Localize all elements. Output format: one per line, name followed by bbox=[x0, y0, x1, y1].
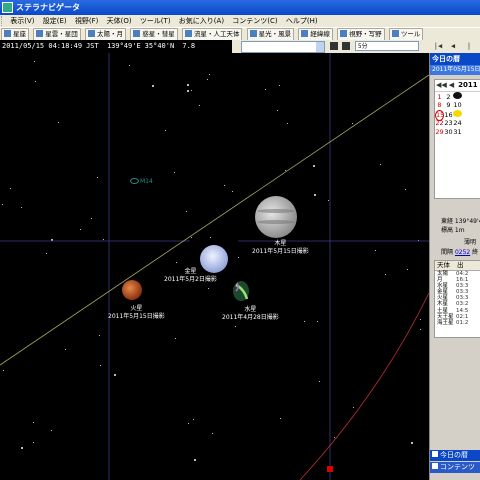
object-search-combo[interactable] bbox=[241, 41, 325, 53]
panel-tabs: 今日の暦 コンテンツ bbox=[430, 449, 480, 480]
title-bar: ステラナビゲータ bbox=[0, 0, 480, 15]
jupiter-band bbox=[257, 209, 295, 213]
calendar-day[interactable]: 31 bbox=[453, 128, 462, 137]
menu-object[interactable]: 天体(O) bbox=[104, 15, 135, 27]
panel-date: 2011年05月15日 bbox=[430, 65, 480, 75]
menu-field[interactable]: 視野(F) bbox=[72, 15, 102, 27]
landscape-icon bbox=[249, 30, 257, 37]
window-title: ステラナビゲータ bbox=[16, 3, 80, 12]
calendar-header: ◀◀ ◀ 2011 bbox=[435, 80, 480, 92]
calendar: ◀◀ ◀ 2011 12 8 9 10 1516 222324 293031 bbox=[434, 79, 480, 199]
calendar-week: 293031 bbox=[435, 128, 480, 137]
interval-value[interactable]: 0252 bbox=[455, 249, 470, 256]
display-toolbar: 星座 星雲・星団 太陽・月 惑星・彗星 流星・人工天体 星光・風景 経緯線 視野… bbox=[0, 27, 480, 41]
calendar-day[interactable]: 10 bbox=[453, 101, 462, 110]
menu-help[interactable]: ヘルプ(H) bbox=[283, 15, 321, 27]
object-name: 海王星 bbox=[437, 319, 454, 326]
column-header-object[interactable]: 天体 bbox=[435, 261, 455, 270]
sun-moon-icon bbox=[87, 30, 95, 37]
interval-label: 間隔 bbox=[441, 249, 454, 256]
jupiter-disk[interactable] bbox=[255, 196, 297, 238]
rise-time: 01:2 bbox=[456, 319, 469, 326]
menu-view[interactable]: 表示(V) bbox=[7, 15, 37, 27]
jupiter-band bbox=[257, 220, 295, 224]
column-header-rise[interactable]: 出 bbox=[455, 261, 475, 270]
constellation-icon bbox=[4, 30, 11, 37]
mercury-label[interactable]: 水星 2011年4月28日撮影 bbox=[222, 306, 279, 322]
interval-info: 間隔 0252 終 bbox=[441, 247, 478, 256]
calendar-day[interactable]: 30 bbox=[444, 128, 453, 137]
nebula-icon bbox=[36, 30, 44, 37]
globular-cluster-icon bbox=[130, 178, 139, 184]
grid-icon bbox=[301, 30, 309, 37]
mars-label[interactable]: 火星 2011年5月15日撮影 bbox=[108, 305, 165, 321]
limiting-magnitude[interactable]: 7.8 bbox=[180, 42, 197, 50]
calendar-week: 8 9 10 bbox=[435, 101, 480, 110]
location-elevation: 標高 1m bbox=[441, 227, 465, 234]
table-row[interactable]: 海王星 01:2 bbox=[435, 320, 480, 326]
today-panel: 今日の暦 2011年05月15日 ◀◀ ◀ 2011 12 8 9 10 1516 22… bbox=[429, 53, 480, 480]
time-step-select[interactable]: 5分 bbox=[355, 41, 419, 51]
north-marker[interactable] bbox=[327, 466, 333, 472]
menu-settings[interactable]: 設定(E) bbox=[40, 15, 70, 27]
m14-label[interactable]: M14 bbox=[130, 178, 153, 185]
calendar-day[interactable]: 24 bbox=[453, 119, 462, 128]
menu-grip bbox=[1, 16, 5, 26]
horizon-line bbox=[299, 292, 429, 480]
latitude[interactable]: 35°40'N bbox=[143, 42, 177, 50]
calendar-week: 12 bbox=[435, 92, 480, 101]
menu-favorites[interactable]: お気に入り(A) bbox=[176, 15, 227, 27]
app-icon bbox=[2, 2, 13, 13]
calendar-icon bbox=[432, 451, 438, 457]
calendar-week: 222324 bbox=[435, 119, 480, 128]
jupiter-label[interactable]: 木星 2011年5月15日撮影 bbox=[252, 240, 309, 256]
step-back-icon[interactable]: | bbox=[464, 40, 474, 53]
tab-today[interactable]: 今日の暦 bbox=[430, 450, 480, 461]
calendar-day[interactable]: 9 bbox=[444, 101, 453, 110]
venus-label[interactable]: 金星 2011年5月2日撮影 bbox=[164, 268, 217, 284]
sky-overlay bbox=[0, 53, 429, 480]
calendar-week: 1516 bbox=[435, 110, 480, 121]
twilight-label: 薄明 bbox=[464, 239, 477, 246]
table-header: 天体出 bbox=[435, 261, 480, 271]
rise-set-table: 天体出 太陽 04:2 月 16:1 水星 03:3 金星 03:3 火星 03:3 木星 03:2 土… bbox=[434, 260, 480, 338]
planet-icon bbox=[133, 30, 141, 37]
contents-icon bbox=[432, 463, 438, 469]
menu-tools[interactable]: ツール(T) bbox=[137, 15, 174, 27]
play-icon[interactable] bbox=[330, 42, 338, 50]
timezone: JST bbox=[86, 42, 99, 50]
panel-title: 今日の暦 bbox=[430, 53, 480, 65]
prev-icon[interactable]: ◀ bbox=[448, 40, 458, 53]
longitude[interactable]: 139°49'E bbox=[105, 42, 143, 50]
full-moon-icon bbox=[453, 110, 462, 117]
menu-contents[interactable]: コンテンツ(C) bbox=[229, 15, 280, 27]
prev-year-icon[interactable]: ◀◀ bbox=[435, 81, 448, 89]
tab-contents[interactable]: コンテンツ bbox=[430, 462, 480, 473]
menu-bar: 表示(V) 設定(E) 視野(F) 天体(O) ツール(T) お気に入り(A) … bbox=[0, 15, 480, 27]
calendar-day[interactable]: 29 bbox=[435, 128, 444, 137]
chevron-down-icon[interactable] bbox=[316, 42, 324, 52]
meteor-icon bbox=[184, 30, 192, 37]
datetime-readout[interactable]: 2011/05/15 04:18:49 JST 139°49'E 35°40'N 7… bbox=[0, 40, 232, 53]
tools-icon bbox=[391, 30, 399, 37]
calendar-day[interactable]: 23 bbox=[444, 119, 453, 128]
new-moon-icon bbox=[453, 92, 462, 99]
status-toolbar: 2011/05/15 04:18:49 JST 139°49'E 35°40'N 7… bbox=[0, 40, 480, 53]
sky-view[interactable]: M14 木星 2011年5月15日撮影 金星 2011年5月2日撮影 火星 2011年… bbox=[0, 53, 429, 480]
calendar-day[interactable]: 22 bbox=[435, 119, 444, 128]
calendar-grid: 12 8 9 10 1516 222324 293031 bbox=[435, 92, 480, 137]
location-coord: 東経 139°49'4 bbox=[441, 218, 480, 225]
stop-icon[interactable] bbox=[342, 42, 350, 50]
calendar-year: 2011 bbox=[458, 81, 478, 89]
interval-suffix: 終 bbox=[472, 249, 479, 256]
ecliptic-line bbox=[0, 74, 429, 366]
first-icon[interactable]: |◀ bbox=[433, 40, 443, 53]
location-info: 東経 139°49'4 標高 1m bbox=[441, 217, 480, 235]
datetime[interactable]: 2011/05/15 04:18:49 bbox=[0, 42, 84, 50]
calendar-day[interactable]: 8 bbox=[435, 101, 444, 110]
field-icon bbox=[340, 30, 348, 37]
mars-disk[interactable] bbox=[122, 280, 142, 300]
